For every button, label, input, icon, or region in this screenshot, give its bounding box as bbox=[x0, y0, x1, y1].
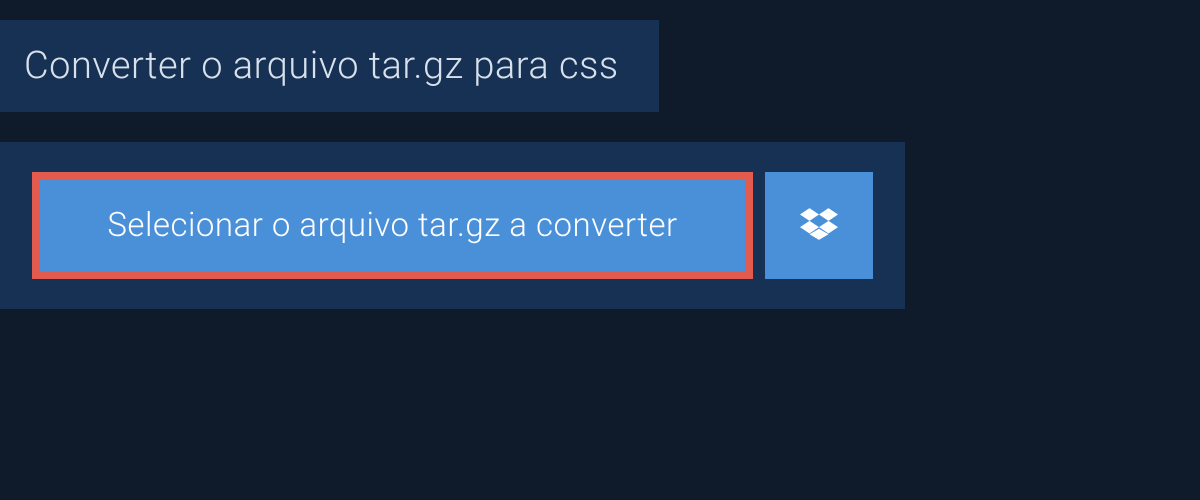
select-file-label: Selecionar o arquivo tar.gz a converter bbox=[107, 206, 677, 245]
header-tab: Converter o arquivo tar.gz para css bbox=[0, 20, 659, 112]
select-file-button[interactable]: Selecionar o arquivo tar.gz a converter bbox=[32, 172, 753, 279]
dropbox-button[interactable] bbox=[765, 172, 873, 279]
dropbox-icon bbox=[800, 205, 838, 247]
button-row: Selecionar o arquivo tar.gz a converter bbox=[32, 172, 873, 279]
page-title: Converter o arquivo tar.gz para css bbox=[24, 44, 619, 88]
upload-panel: Selecionar o arquivo tar.gz a converter bbox=[0, 142, 905, 309]
